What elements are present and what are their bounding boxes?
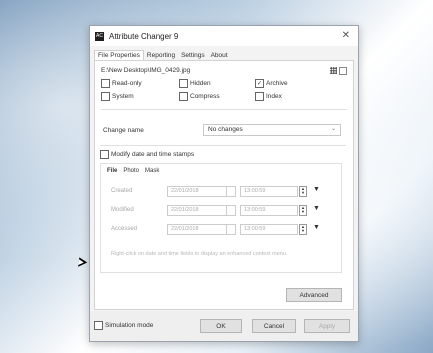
accessed-label: Accessed — [111, 226, 138, 232]
checkbox-label: Index — [266, 93, 282, 100]
checkbox-label: Modify date and time stamps — [111, 151, 195, 158]
created-label: Created — [111, 188, 133, 194]
apply-button[interactable]: Apply — [304, 319, 350, 333]
subtab-photo[interactable]: Photo — [123, 168, 139, 174]
dialog-footer: Simulation mode OK Cancel Apply — [90, 311, 358, 341]
tab-file-properties[interactable]: File Properties — [94, 50, 144, 60]
checkbox-modify-dates[interactable]: Modify date and time stamps — [100, 150, 194, 159]
checkbox-label: Read-only — [112, 80, 142, 87]
grid-icon[interactable] — [330, 67, 337, 74]
hint-text: Right-click on date and time fields to d… — [111, 251, 288, 257]
checkbox-box[interactable] — [179, 79, 188, 88]
change-name-label: Change name — [103, 127, 144, 134]
time-value: 13:00:59 — [244, 188, 266, 194]
pin-icon[interactable]: ▼ — [313, 224, 320, 231]
app-icon: AC — [95, 31, 104, 41]
accessed-date-field[interactable]: 22/01/2018 — [167, 224, 227, 235]
checkbox-label: Simulation mode — [105, 322, 154, 329]
cancel-button[interactable]: Cancel — [252, 319, 296, 333]
checkbox-box[interactable] — [179, 92, 188, 101]
modified-date-field[interactable]: 22/01/2018 — [167, 205, 227, 216]
subtab-mask[interactable]: Mask — [145, 168, 159, 174]
checkbox-box[interactable] — [255, 92, 264, 101]
checkbox-index[interactable]: Index — [255, 92, 282, 101]
date-value: 22/01/2018 — [171, 207, 199, 213]
checkbox-read-only[interactable]: Read-only — [101, 79, 142, 88]
date-value: 22/01/2018 — [171, 226, 199, 232]
divider — [100, 145, 346, 146]
change-name-select[interactable]: No changes ⌄ — [203, 124, 341, 136]
spinner-icon[interactable]: ▲ ▼ — [299, 224, 307, 235]
divider — [101, 109, 347, 110]
date-subtabs: File Photo Mask — [107, 168, 159, 174]
modified-time-field[interactable]: 13:00:59 — [240, 205, 298, 216]
select-value: No changes — [208, 126, 243, 133]
calendar-icon[interactable] — [226, 205, 236, 216]
modified-label: Modified — [111, 207, 134, 213]
checkbox-compress[interactable]: Compress — [179, 92, 220, 101]
checkbox-system[interactable]: System — [101, 92, 134, 101]
checkbox-box-checked[interactable]: ✓ — [255, 79, 264, 88]
main-tabs: File Properties Reporting Settings About — [90, 46, 358, 60]
checkbox-simulation-mode[interactable]: Simulation mode — [94, 321, 153, 330]
panel-toggle-icon[interactable] — [339, 67, 347, 75]
pin-icon[interactable]: ▼ — [313, 205, 320, 212]
checkbox-label: Hidden — [190, 80, 211, 87]
chevron-down-icon: ⌄ — [330, 126, 336, 132]
checkbox-box[interactable] — [101, 79, 110, 88]
spinner-icon[interactable]: ▲ ▼ — [299, 205, 307, 216]
created-time-field[interactable]: 13:00:59 — [240, 186, 298, 197]
time-value: 13:00:59 — [244, 207, 266, 213]
ok-button[interactable]: OK — [200, 319, 242, 333]
tab-settings[interactable]: Settings — [178, 51, 208, 60]
checkbox-box[interactable] — [100, 150, 109, 159]
created-date-field[interactable]: 22/01/2018 — [167, 186, 227, 197]
checkbox-box[interactable] — [101, 92, 110, 101]
checkbox-label: System — [112, 93, 134, 100]
calendar-icon[interactable] — [226, 224, 236, 235]
pin-icon[interactable]: ▼ — [313, 186, 320, 193]
subtab-file[interactable]: File — [107, 168, 117, 174]
spinner-icon[interactable]: ▲ ▼ — [299, 186, 307, 197]
checkbox-label: Archive — [266, 80, 288, 87]
close-icon[interactable]: ✕ — [342, 30, 350, 41]
advanced-button[interactable]: Advanced — [286, 288, 342, 302]
checkbox-hidden[interactable]: Hidden — [179, 79, 211, 88]
time-value: 13:00:59 — [244, 226, 266, 232]
titlebar: AC Attribute Changer 9 ✕ — [90, 26, 358, 46]
calendar-icon[interactable] — [226, 186, 236, 197]
checkbox-archive[interactable]: ✓ Archive — [255, 79, 288, 88]
tab-reporting[interactable]: Reporting — [144, 51, 178, 60]
date-value: 22/01/2018 — [171, 188, 199, 194]
file-path: E:\New Desktop\IMG_0429.jpg — [101, 67, 191, 74]
attribute-changer-dialog: AC Attribute Changer 9 ✕ File Properties… — [89, 25, 359, 342]
accessed-time-field[interactable]: 13:00:59 — [240, 224, 298, 235]
date-time-group: File Photo Mask Created 22/01/2018 13:00… — [100, 163, 342, 273]
checkbox-label: Compress — [190, 93, 220, 100]
checkbox-box[interactable] — [94, 321, 103, 330]
window-title: Attribute Changer 9 — [109, 31, 179, 41]
tab-about[interactable]: About — [208, 51, 231, 60]
